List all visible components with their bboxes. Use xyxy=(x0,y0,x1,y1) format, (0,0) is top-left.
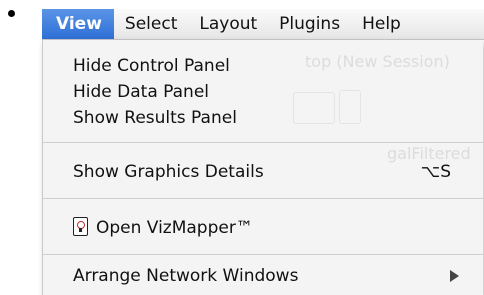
background-window-title: top (New Session) xyxy=(305,52,450,71)
menu-item-hide-control-panel[interactable]: Hide Control Panel xyxy=(73,54,230,78)
menu-item-show-results-panel[interactable]: Show Results Panel xyxy=(73,106,237,130)
menu-separator xyxy=(43,142,483,143)
menu-item-arrange-network-windows[interactable]: Arrange Network Windows xyxy=(73,264,298,288)
menu-view[interactable]: View xyxy=(42,9,114,39)
menu-bar: View Select Layout Plugins Help xyxy=(42,9,484,40)
menu-layout[interactable]: Layout xyxy=(188,9,268,39)
menu-separator xyxy=(43,198,483,199)
screenshot-stage: View Select Layout Plugins Help top (New… xyxy=(0,0,484,295)
menu-select[interactable]: Select xyxy=(114,9,188,39)
menu-item-show-graphics-details[interactable]: Show Graphics Details xyxy=(73,160,264,184)
submenu-arrow-icon xyxy=(450,270,459,282)
background-dropdown-ghost xyxy=(293,92,335,124)
menu-item-open-vizmapper-label: Open VizMapper™ xyxy=(96,218,253,238)
view-menu-dropdown: top (New Session) galFiltered Hide Contr… xyxy=(42,40,483,295)
menu-item-open-vizmapper[interactable]: Open VizMapper™ xyxy=(73,216,253,240)
menu-help[interactable]: Help xyxy=(351,9,412,39)
menu-item-hide-data-panel[interactable]: Hide Data Panel xyxy=(73,80,209,104)
menu-separator xyxy=(43,254,483,255)
menu-plugins[interactable]: Plugins xyxy=(268,9,351,39)
background-icon-ghost xyxy=(339,90,361,124)
shortcut-show-graphics-details: ⌥S xyxy=(420,162,451,182)
bullet-point xyxy=(8,10,15,17)
vizmapper-icon xyxy=(73,217,88,236)
